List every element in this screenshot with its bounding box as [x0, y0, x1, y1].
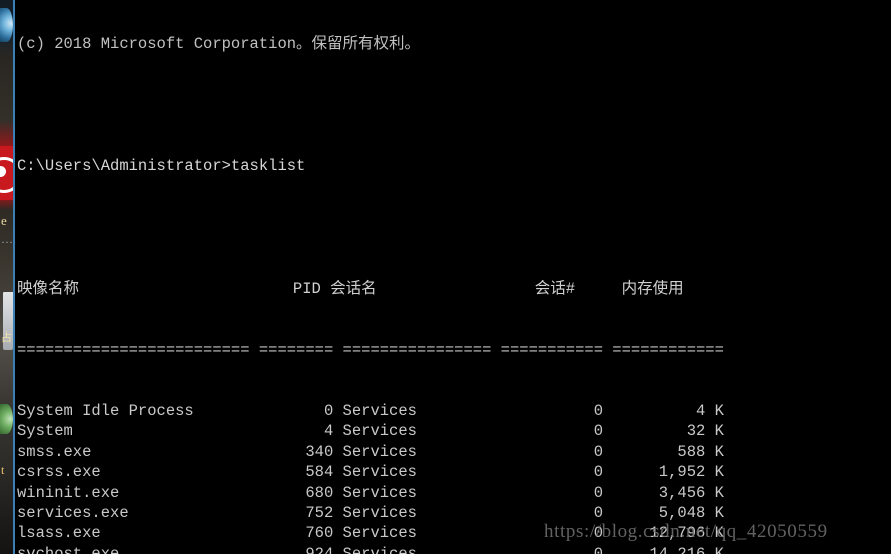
table-row: svchost.exe 924 Services 0 14,216 K: [17, 544, 724, 554]
table-row: csrss.exe 584 Services 0 1,952 K: [17, 463, 724, 482]
cloud-note-label[interactable]: 占: [0, 330, 13, 346]
media-record-icon[interactable]: [0, 146, 13, 200]
green-orb-icon[interactable]: [0, 404, 13, 434]
table-row: lsass.exe 760 Services 0 12,796 K: [17, 524, 724, 543]
prompt-line: C:\Users\Administrator>tasklist: [17, 157, 306, 176]
table-row: System Idle Process 0 Services 0 4 K: [17, 402, 724, 421]
table-row: System 4 Services 0 32 K: [17, 422, 724, 441]
desktop-background-strip: e ··· 占 t: [0, 0, 13, 554]
table-header-row: 映像名称 PID 会话名 会话# 内存使用: [17, 279, 684, 298]
globe-icon[interactable]: [0, 8, 13, 42]
screen: e ··· 占 t (c) 2018 Microsoft Corporation…: [0, 0, 891, 554]
table-row: wininit.exe 680 Services 0 3,456 K: [17, 483, 724, 502]
terminal-shortcut-label[interactable]: t: [0, 462, 13, 478]
desktop-shortcut-label[interactable]: e: [0, 212, 13, 230]
process-table-rows: System Idle Process 0 Services 0 4 K Syst…: [17, 401, 891, 554]
console-output[interactable]: (c) 2018 Microsoft Corporation。保留所有权利。 C…: [15, 0, 891, 554]
table-row: smss.exe 340 Services 0 588 K: [17, 442, 724, 461]
ellipsis-icon[interactable]: ···: [0, 236, 13, 250]
table-separator-row: ========================= ======== =====…: [17, 340, 724, 359]
table-row: services.exe 752 Services 0 5,048 K: [17, 503, 724, 522]
copyright-line: (c) 2018 Microsoft Corporation。保留所有权利。: [17, 34, 421, 53]
command-prompt-window[interactable]: (c) 2018 Microsoft Corporation。保留所有权利。 C…: [13, 0, 891, 554]
